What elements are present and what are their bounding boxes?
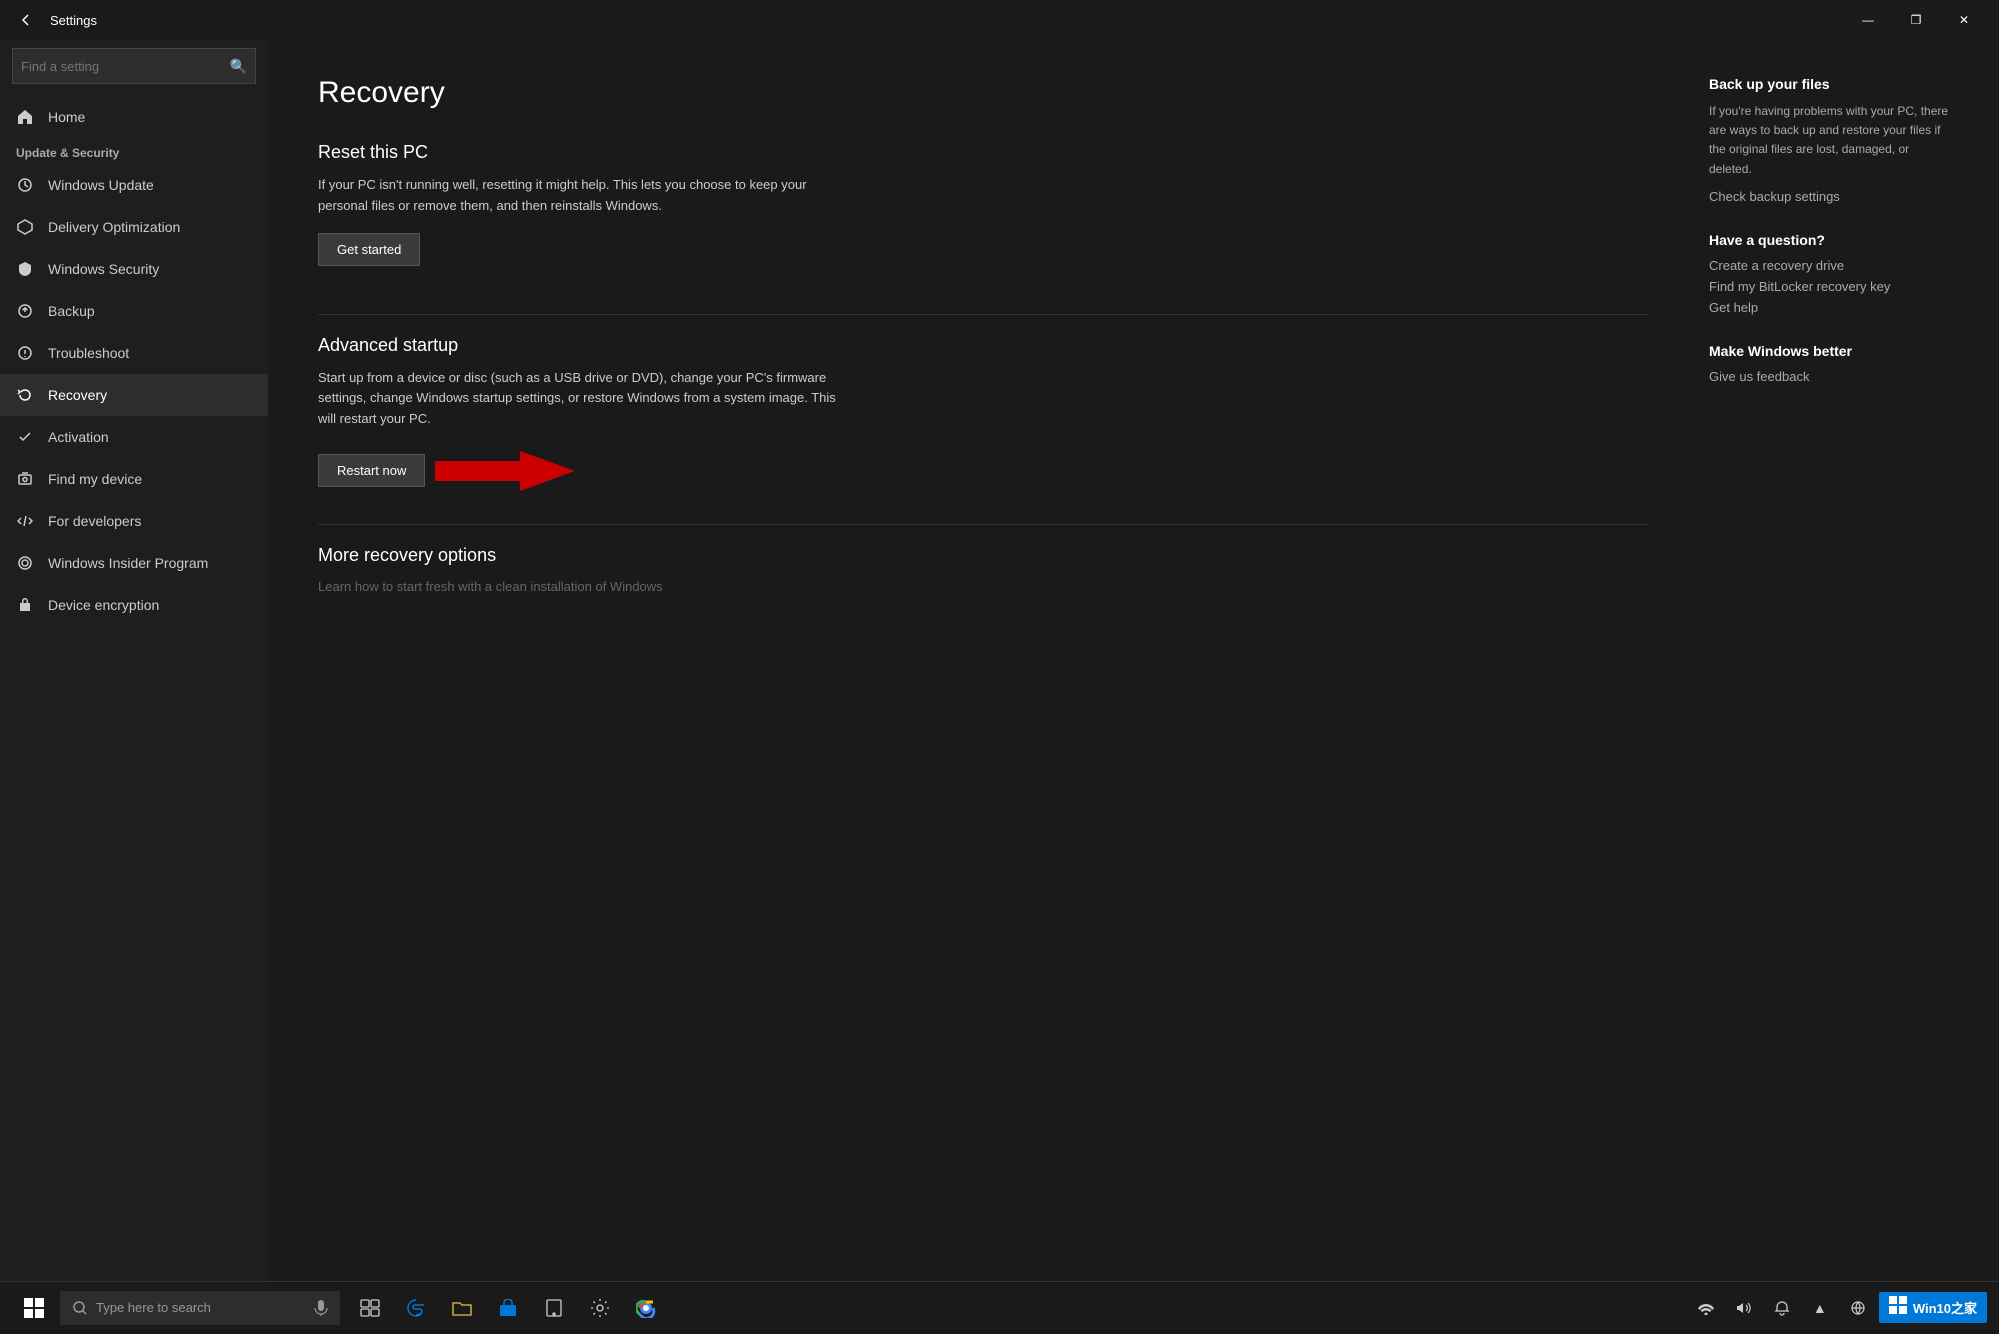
sidebar-item-windows-insider[interactable]: Windows Insider Program bbox=[0, 542, 268, 584]
sidebar-item-label: Windows Update bbox=[48, 177, 154, 193]
home-icon bbox=[16, 108, 34, 126]
sidebar-item-delivery-optimization[interactable]: Delivery Optimization bbox=[0, 206, 268, 248]
advanced-startup-description: Start up from a device or disc (such as … bbox=[318, 368, 838, 430]
win10-badge[interactable]: Win10之家 bbox=[1879, 1292, 1987, 1323]
windows-logo-icon bbox=[1889, 1296, 1907, 1319]
right-panel: Back up your files If you're having prob… bbox=[1709, 76, 1949, 1245]
sidebar-item-label: Backup bbox=[48, 303, 95, 319]
sidebar-item-label: Troubleshoot bbox=[48, 345, 129, 361]
give-us-feedback-link[interactable]: Give us feedback bbox=[1709, 369, 1949, 384]
backup-icon bbox=[16, 302, 34, 320]
search-box[interactable]: 🔍 bbox=[12, 48, 256, 84]
file-explorer-button[interactable] bbox=[440, 1286, 484, 1330]
divider-2 bbox=[318, 524, 1649, 525]
tray-chevron-icon[interactable]: ▲ bbox=[1803, 1291, 1837, 1325]
sidebar-item-label: Device encryption bbox=[48, 597, 159, 613]
main-content: Recovery Reset this PC If your PC isn't … bbox=[318, 76, 1649, 1245]
have-question-section: Have a question? Create a recovery drive… bbox=[1709, 232, 1949, 315]
get-help-link[interactable]: Get help bbox=[1709, 300, 1949, 315]
tray-network-icon[interactable] bbox=[1689, 1291, 1723, 1325]
sidebar-item-label: Delivery Optimization bbox=[48, 219, 180, 235]
sidebar-item-activation[interactable]: Activation bbox=[0, 416, 268, 458]
advanced-startup-title: Advanced startup bbox=[318, 335, 1649, 356]
divider-1 bbox=[318, 314, 1649, 315]
sidebar-item-find-my-device[interactable]: Find my device bbox=[0, 458, 268, 500]
insider-icon bbox=[16, 554, 34, 572]
window-controls: — ❐ ✕ bbox=[1845, 4, 1987, 36]
restart-row: Restart now bbox=[318, 446, 1649, 496]
reset-pc-title: Reset this PC bbox=[318, 142, 1649, 163]
sidebar-item-backup[interactable]: Backup bbox=[0, 290, 268, 332]
sidebar-item-troubleshoot[interactable]: Troubleshoot bbox=[0, 332, 268, 374]
taskbar-search[interactable]: Type here to search bbox=[60, 1291, 340, 1325]
chrome-button[interactable] bbox=[624, 1286, 668, 1330]
sidebar-item-device-encryption[interactable]: Device encryption bbox=[0, 584, 268, 626]
activation-icon bbox=[16, 428, 34, 446]
make-windows-better-title: Make Windows better bbox=[1709, 343, 1949, 359]
red-arrow-annotation bbox=[435, 446, 575, 496]
sidebar-item-label: Windows Insider Program bbox=[48, 555, 208, 571]
taskbar: Type here to search bbox=[0, 1281, 1999, 1333]
restart-now-button[interactable]: Restart now bbox=[318, 454, 425, 487]
sidebar-item-windows-security[interactable]: Windows Security bbox=[0, 248, 268, 290]
win10-badge-text: Win10之家 bbox=[1913, 1298, 1977, 1317]
backup-files-section: Back up your files If you're having prob… bbox=[1709, 76, 1949, 204]
taskbar-search-text: Type here to search bbox=[96, 1300, 211, 1315]
windows-update-icon bbox=[16, 176, 34, 194]
sidebar-item-windows-update[interactable]: Windows Update bbox=[0, 164, 268, 206]
make-windows-better-section: Make Windows better Give us feedback bbox=[1709, 343, 1949, 384]
sidebar-item-for-developers[interactable]: For developers bbox=[0, 500, 268, 542]
encryption-icon bbox=[16, 596, 34, 614]
search-icon: 🔍 bbox=[230, 58, 247, 75]
developers-icon bbox=[16, 512, 34, 530]
system-tray: ▲ Win10之家 bbox=[1689, 1291, 1991, 1325]
tray-notification-icon[interactable] bbox=[1765, 1291, 1799, 1325]
tablet-mode-button[interactable] bbox=[532, 1286, 576, 1330]
create-recovery-drive-link[interactable]: Create a recovery drive bbox=[1709, 258, 1949, 273]
taskbar-icons bbox=[348, 1286, 668, 1330]
sidebar-item-label: Windows Security bbox=[48, 261, 159, 277]
titlebar: Settings — ❐ ✕ bbox=[0, 0, 1999, 40]
sidebar-item-label: For developers bbox=[48, 513, 141, 529]
sidebar-item-label: Home bbox=[48, 109, 85, 125]
more-recovery-title: More recovery options bbox=[318, 545, 1649, 566]
get-started-button[interactable]: Get started bbox=[318, 233, 420, 266]
restore-button[interactable]: ❐ bbox=[1893, 4, 1939, 36]
tray-language-icon[interactable] bbox=[1841, 1291, 1875, 1325]
edge-browser-button[interactable] bbox=[394, 1286, 438, 1330]
page-title: Recovery bbox=[318, 76, 1649, 110]
content-area: Recovery Reset this PC If your PC isn't … bbox=[268, 40, 1999, 1281]
main-area: 🔍 Home Update & Security Windows Update … bbox=[0, 40, 1999, 1281]
shield-icon bbox=[16, 260, 34, 278]
backup-files-title: Back up your files bbox=[1709, 76, 1949, 92]
sidebar: 🔍 Home Update & Security Windows Update … bbox=[0, 40, 268, 1281]
delivery-optimization-icon bbox=[16, 218, 34, 236]
reset-pc-description: If your PC isn't running well, resetting… bbox=[318, 175, 838, 217]
sidebar-item-label: Recovery bbox=[48, 387, 107, 403]
have-question-title: Have a question? bbox=[1709, 232, 1949, 248]
task-view-button[interactable] bbox=[348, 1286, 392, 1330]
back-button[interactable] bbox=[12, 6, 40, 34]
sidebar-item-label: Find my device bbox=[48, 471, 142, 487]
store-button[interactable] bbox=[486, 1286, 530, 1330]
tray-volume-icon[interactable] bbox=[1727, 1291, 1761, 1325]
backup-files-desc: If you're having problems with your PC, … bbox=[1709, 102, 1949, 179]
sidebar-section-label: Update & Security bbox=[0, 138, 268, 164]
sidebar-item-recovery[interactable]: Recovery bbox=[0, 374, 268, 416]
recovery-icon bbox=[16, 386, 34, 404]
check-backup-settings-link[interactable]: Check backup settings bbox=[1709, 189, 1949, 204]
app-title: Settings bbox=[50, 13, 97, 28]
find-device-icon bbox=[16, 470, 34, 488]
find-bitlocker-key-link[interactable]: Find my BitLocker recovery key bbox=[1709, 279, 1949, 294]
sidebar-item-home[interactable]: Home bbox=[0, 96, 268, 138]
minimize-button[interactable]: — bbox=[1845, 4, 1891, 36]
search-input[interactable] bbox=[21, 59, 226, 74]
close-button[interactable]: ✕ bbox=[1941, 4, 1987, 36]
more-recovery-link[interactable]: Learn how to start fresh with a clean in… bbox=[318, 579, 663, 594]
troubleshoot-icon bbox=[16, 344, 34, 362]
sidebar-item-label: Activation bbox=[48, 429, 109, 445]
start-button[interactable] bbox=[8, 1282, 60, 1334]
settings-taskbar-button[interactable] bbox=[578, 1286, 622, 1330]
